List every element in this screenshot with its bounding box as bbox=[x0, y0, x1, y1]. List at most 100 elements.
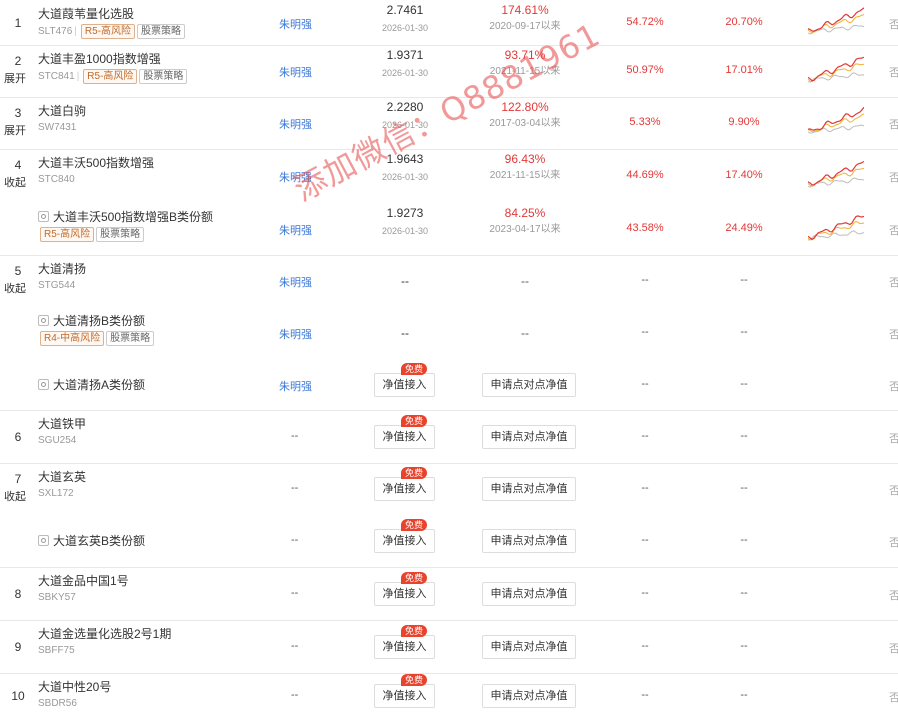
fund-name[interactable]: 大道清扬 bbox=[38, 262, 86, 276]
fund-name-line[interactable]: 大道金品中国1号 bbox=[38, 573, 268, 589]
fund-manager[interactable]: 朱明强 bbox=[279, 274, 329, 290]
table-row[interactable]: 大道玄英B类份额 -- 净值接入 免费 申请点对点净值 -- -- 否 bbox=[0, 515, 898, 568]
table-row[interactable]: 3 展开 大道白驹 SW7431 朱明强 2.2280 2026-01-30 122.80% 2… bbox=[0, 97, 898, 150]
nav-access-button[interactable]: 净值接入 bbox=[374, 582, 435, 606]
table-row[interactable]: 10 大道中性20号 SBDR56 -- 净值接入 免费 申请点对点净值 -- -- 否 bbox=[0, 673, 898, 719]
fund-manager[interactable]: 朱明强 bbox=[279, 378, 329, 394]
since-inception-cell: 96.43% 2021-11-15以来 bbox=[470, 151, 580, 183]
fund-name-line[interactable]: 大道金选量化选股2号1期 bbox=[38, 626, 268, 642]
spark-chart-icon[interactable] bbox=[807, 157, 865, 191]
fund-name-line[interactable]: 大道中性20号 bbox=[38, 679, 268, 695]
truncated-column-text: 否 bbox=[889, 119, 898, 131]
nav-access-button[interactable]: 净值接入 bbox=[374, 684, 435, 708]
fund-meta: SXL172 bbox=[38, 487, 268, 501]
fund-name-line[interactable]: 大道玄英 bbox=[38, 469, 268, 485]
fund-name[interactable]: 大道清扬B类份额 bbox=[53, 314, 145, 328]
return-period-1: -- bbox=[641, 482, 649, 494]
fund-name-cell: 大道丰沃500指数增强 STC840 bbox=[38, 155, 268, 187]
table-row[interactable]: 大道清扬A类份额 朱明强 净值接入 免费 申请点对点净值 -- -- 否 bbox=[0, 359, 898, 411]
spark-chart-cell[interactable] bbox=[807, 157, 865, 191]
fund-manager[interactable]: 朱明强 bbox=[279, 116, 329, 132]
table-row[interactable]: 6 大道铁甲 SGU254 -- 净值接入 免费 申请点对点净值 -- -- 否 bbox=[0, 410, 898, 464]
table-row[interactable]: 5 收起 大道清扬 STG544 朱明强 -- -- -- -- 否 bbox=[0, 255, 898, 307]
expand-toggle[interactable]: 展开 bbox=[4, 70, 26, 86]
fund-name-line[interactable]: 大道丰沃500指数增强 bbox=[38, 155, 268, 171]
fund-name-line[interactable]: 大道丰沃500指数增强B类份额 bbox=[38, 209, 268, 225]
request-p2p-nav-button[interactable]: 申请点对点净值 bbox=[482, 582, 576, 606]
fund-name-line[interactable]: 大道玄英B类份额 bbox=[38, 533, 268, 549]
fund-name-line[interactable]: 大道铁甲 bbox=[38, 416, 268, 432]
fund-manager[interactable]: 朱明强 bbox=[279, 222, 329, 238]
request-p2p-nav-button[interactable]: 申请点对点净值 bbox=[482, 373, 576, 397]
spark-chart-icon[interactable] bbox=[807, 52, 865, 86]
expand-toggle[interactable]: 收起 bbox=[4, 280, 26, 296]
fund-name[interactable]: 大道丰沃500指数增强B类份额 bbox=[53, 210, 213, 224]
expand-toggle[interactable]: 收起 bbox=[4, 488, 26, 504]
fund-name[interactable]: 大道铁甲 bbox=[38, 417, 86, 431]
fund-name[interactable]: 大道清扬A类份额 bbox=[53, 378, 145, 392]
truncated-column-text: 否 bbox=[889, 225, 898, 237]
fund-name[interactable]: 大道玄英 bbox=[38, 470, 86, 484]
fund-name-line[interactable]: 大道葭苇量化选股 bbox=[38, 6, 268, 22]
fund-manager[interactable]: 朱明强 bbox=[279, 169, 329, 185]
fund-meta: STC841 | R5-高风险 股票策略 bbox=[38, 69, 268, 84]
request-p2p-nav-button[interactable]: 申请点对点净值 bbox=[482, 425, 576, 449]
row-index: 3 bbox=[14, 106, 22, 120]
table-row[interactable]: 7 收起 大道玄英 SXL172 -- 净值接入 免费 申请点对点净值 -- -- 否 bbox=[0, 463, 898, 515]
tag-separator: | bbox=[76, 71, 80, 82]
fund-name[interactable]: 大道葭苇量化选股 bbox=[38, 7, 134, 21]
request-p2p-nav-button[interactable]: 申请点对点净值 bbox=[482, 529, 576, 553]
spark-chart-cell[interactable] bbox=[807, 4, 865, 38]
row-index: 2 bbox=[14, 54, 22, 68]
fund-meta: SBKY57 bbox=[38, 591, 268, 605]
nav-access-button[interactable]: 净值接入 bbox=[374, 529, 435, 553]
fund-name-line[interactable]: 大道清扬A类份额 bbox=[38, 377, 268, 393]
request-p2p-nav-button[interactable]: 申请点对点净值 bbox=[482, 477, 576, 501]
table-row[interactable]: 大道清扬B类份额 R4-中高风险 股票策略 朱明强 -- -- -- -- 否 bbox=[0, 307, 898, 359]
row-index: 5 bbox=[14, 264, 22, 278]
fund-name[interactable]: 大道白驹 bbox=[38, 104, 86, 118]
table-row[interactable]: 8 大道金品中国1号 SBKY57 -- 净值接入 免费 申请点对点净值 -- -- 否 bbox=[0, 567, 898, 621]
fund-manager[interactable]: 朱明强 bbox=[279, 64, 329, 80]
fund-name[interactable]: 大道玄英B类份额 bbox=[53, 534, 145, 548]
fund-manager[interactable]: 朱明强 bbox=[279, 326, 329, 342]
spark-chart-icon[interactable] bbox=[807, 210, 865, 244]
fund-name-line[interactable]: 大道丰盈1000指数增强 bbox=[38, 51, 268, 67]
nav-access-button[interactable]: 净值接入 bbox=[374, 477, 435, 501]
since-inception-return: 84.25% bbox=[504, 206, 546, 220]
fund-manager: -- bbox=[291, 640, 299, 652]
expand-toggle[interactable]: 收起 bbox=[4, 174, 26, 190]
fund-name-cell: 大道白驹 SW7431 bbox=[38, 103, 268, 135]
return-period-1: 5.33% bbox=[629, 116, 661, 128]
tag-separator: | bbox=[74, 26, 77, 37]
fund-name[interactable]: 大道丰盈1000指数增强 bbox=[38, 52, 161, 66]
spark-chart-cell[interactable] bbox=[807, 210, 865, 244]
table-row[interactable]: 大道丰沃500指数增强B类份额 R5-高风险 股票策略 朱明强 1.9273 2026-0… bbox=[0, 203, 898, 256]
fund-name-line[interactable]: 大道清扬 bbox=[38, 261, 268, 277]
table-row[interactable]: 9 大道金选量化选股2号1期 SBFF75 -- 净值接入 免费 申请点对点净值 -- -- 否 bbox=[0, 620, 898, 674]
nav-access-button[interactable]: 净值接入 bbox=[374, 635, 435, 659]
spark-chart-cell[interactable] bbox=[807, 104, 865, 138]
fund-manager[interactable]: 朱明强 bbox=[279, 16, 329, 32]
strategy-tag: 股票策略 bbox=[139, 69, 188, 84]
table-row[interactable]: 2 展开 大道丰盈1000指数增强 STC841 | R5-高风险 股票策略 朱明强 1.937… bbox=[0, 45, 898, 98]
request-p2p-nav-button[interactable]: 申请点对点净值 bbox=[482, 684, 576, 708]
fund-name-line[interactable]: 大道清扬B类份额 bbox=[38, 313, 268, 329]
nav-access-button[interactable]: 净值接入 bbox=[374, 373, 435, 397]
request-p2p-nav-button[interactable]: 申请点对点净值 bbox=[482, 635, 576, 659]
fund-name[interactable]: 大道金品中国1号 bbox=[38, 574, 129, 588]
spark-chart-icon[interactable] bbox=[807, 4, 865, 38]
share-class-icon bbox=[38, 379, 49, 390]
nav-access-button[interactable]: 净值接入 bbox=[374, 425, 435, 449]
fund-name[interactable]: 大道金选量化选股2号1期 bbox=[38, 627, 171, 641]
fund-name[interactable]: 大道中性20号 bbox=[38, 680, 111, 694]
fund-name-line[interactable]: 大道白驹 bbox=[38, 103, 268, 119]
expand-toggle[interactable]: 展开 bbox=[4, 122, 26, 138]
table-row[interactable]: 1 大道葭苇量化选股 SLT476 | R5-高风险 股票策略 朱明强 2.7461 2026-… bbox=[0, 0, 898, 46]
table-row[interactable]: 4 收起 大道丰沃500指数增强 STC840 朱明强 1.9643 2026-01-30 9… bbox=[0, 149, 898, 203]
fund-name[interactable]: 大道丰沃500指数增强 bbox=[38, 156, 154, 170]
spark-chart-icon[interactable] bbox=[807, 104, 865, 138]
spark-chart-cell[interactable] bbox=[807, 52, 865, 86]
strategy-tag: 股票策略 bbox=[106, 331, 155, 346]
fund-code: SXL172 bbox=[38, 488, 74, 499]
